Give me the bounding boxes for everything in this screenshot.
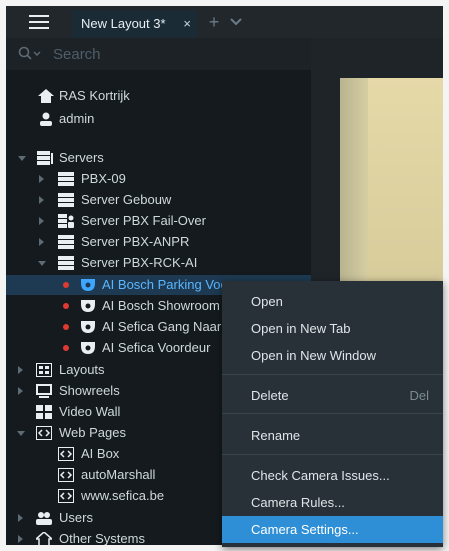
camera-icon bbox=[80, 278, 96, 292]
expand-arrow-icon bbox=[18, 535, 23, 543]
web-page-icon bbox=[58, 447, 74, 461]
menu-item-label: Delete bbox=[251, 388, 289, 403]
camera-label: AI Bosch Showroom bbox=[102, 298, 220, 313]
expand-arrow-icon bbox=[39, 175, 44, 183]
menu-item-delete[interactable]: Delete Del bbox=[222, 382, 443, 409]
servers-icon bbox=[37, 151, 53, 165]
menu-item-label: Open in New Tab bbox=[251, 321, 351, 336]
menu-item-open-in-new-window[interactable]: Open in New Window bbox=[222, 342, 443, 369]
video-wall-label: Video Wall bbox=[59, 404, 121, 419]
tree-item-server[interactable]: Server PBX-ANPR bbox=[6, 232, 311, 252]
server-label: Server Gebouw bbox=[81, 192, 172, 207]
server-icon bbox=[58, 193, 74, 207]
web-pages-icon bbox=[36, 426, 52, 440]
expand-arrow-icon bbox=[18, 387, 23, 395]
user-icon bbox=[38, 112, 54, 126]
menu-item-shortcut: Del bbox=[409, 388, 429, 403]
menu-item-rename[interactable]: Rename bbox=[222, 422, 443, 449]
tree-item-site[interactable]: RAS Kortrijk bbox=[6, 86, 311, 106]
search-icon bbox=[18, 46, 44, 62]
recording-indicator-icon bbox=[63, 303, 69, 309]
collapse-arrow-icon bbox=[38, 261, 46, 266]
failover-server-icon bbox=[58, 214, 74, 228]
menu-item-camera-rules[interactable]: Camera Rules... bbox=[222, 489, 443, 516]
tree-item-server[interactable]: PBX-09 bbox=[6, 169, 311, 189]
main-menu-button[interactable] bbox=[16, 10, 62, 34]
camera-label: AI Sefica Gang Naar bbox=[102, 319, 222, 334]
showreels-icon bbox=[36, 384, 52, 398]
server-label: PBX-09 bbox=[81, 171, 126, 186]
menu-item-camera-settings[interactable]: Camera Settings... bbox=[222, 516, 443, 543]
servers-label: Servers bbox=[59, 150, 104, 165]
expand-arrow-icon bbox=[39, 196, 44, 204]
web-page-label: www.sefica.be bbox=[81, 488, 165, 503]
expand-arrow-icon bbox=[39, 217, 44, 225]
site-label: RAS Kortrijk bbox=[59, 88, 130, 103]
web-page-icon bbox=[58, 489, 74, 503]
context-menu: Open Open in New Tab Open in New Window … bbox=[222, 281, 443, 547]
recording-indicator-icon bbox=[63, 324, 69, 330]
expand-arrow-icon bbox=[39, 238, 44, 246]
web-page-label: AI Box bbox=[81, 446, 120, 461]
menu-item-label: Rename bbox=[251, 428, 301, 443]
camera-icon bbox=[80, 299, 96, 313]
search-bar[interactable]: Search bbox=[6, 38, 311, 70]
users-label: Users bbox=[59, 510, 93, 525]
tree-item-server[interactable]: Server PBX Fail-Over bbox=[6, 211, 311, 231]
server-icon bbox=[58, 235, 74, 249]
other-systems-label: Other Systems bbox=[59, 531, 145, 545]
tab-close-icon[interactable]: × bbox=[183, 10, 191, 38]
server-icon bbox=[58, 256, 74, 270]
recording-indicator-icon bbox=[63, 345, 69, 351]
tree-item-servers[interactable]: Servers bbox=[6, 148, 311, 168]
menu-item-open-in-new-tab[interactable]: Open in New Tab bbox=[222, 315, 443, 342]
server-label: Server PBX-ANPR bbox=[81, 234, 190, 249]
server-label: Server PBX-RCK-AI bbox=[81, 255, 198, 270]
tab-title: New Layout 3* bbox=[81, 16, 166, 31]
user-label: admin bbox=[59, 111, 95, 126]
camera-icon bbox=[80, 341, 96, 355]
collapse-arrow-icon bbox=[18, 156, 26, 161]
other-systems-icon bbox=[34, 531, 54, 545]
web-page-icon bbox=[58, 468, 74, 482]
tree-item-server[interactable]: Server Gebouw bbox=[6, 190, 311, 210]
title-bar: New Layout 3* × + bbox=[6, 6, 443, 38]
video-wall-icon bbox=[36, 405, 52, 419]
tree-item-server-expanded[interactable]: Server PBX-RCK-AI bbox=[6, 253, 311, 273]
layouts-icon bbox=[36, 363, 52, 377]
menu-item-open[interactable]: Open bbox=[222, 288, 443, 315]
camera-icon bbox=[80, 320, 96, 334]
menu-separator bbox=[222, 413, 443, 414]
web-pages-label: Web Pages bbox=[59, 425, 126, 440]
web-page-label: autoMarshall bbox=[81, 467, 156, 482]
expand-arrow-icon bbox=[18, 366, 23, 374]
server-icon bbox=[58, 172, 74, 186]
camera-label: AI Sefica Voordeur bbox=[102, 340, 211, 355]
menu-separator bbox=[222, 454, 443, 455]
search-placeholder: Search bbox=[53, 46, 101, 63]
expand-arrow-icon bbox=[18, 514, 23, 522]
showreels-label: Showreels bbox=[59, 383, 120, 398]
home-icon bbox=[38, 89, 54, 103]
tree-item-user[interactable]: admin bbox=[6, 109, 311, 129]
tab-list-chevron-down-icon[interactable] bbox=[228, 12, 244, 32]
menu-item-label: Open in New Window bbox=[251, 348, 376, 363]
collapse-arrow-icon bbox=[17, 431, 25, 436]
menu-item-label: Camera Rules... bbox=[251, 495, 345, 510]
layouts-label: Layouts bbox=[59, 362, 105, 377]
menu-separator bbox=[222, 374, 443, 375]
menu-item-label: Open bbox=[251, 294, 283, 309]
users-icon bbox=[36, 511, 52, 525]
hamburger-icon bbox=[29, 15, 49, 29]
menu-item-label: Check Camera Issues... bbox=[251, 468, 390, 483]
server-label: Server PBX Fail-Over bbox=[81, 213, 206, 228]
tab-layout[interactable]: New Layout 3* × bbox=[72, 10, 197, 38]
recording-indicator-icon bbox=[63, 282, 69, 288]
menu-item-check-camera-issues[interactable]: Check Camera Issues... bbox=[222, 462, 443, 489]
menu-item-label: Camera Settings... bbox=[251, 522, 359, 537]
add-tab-icon[interactable]: + bbox=[206, 10, 222, 34]
